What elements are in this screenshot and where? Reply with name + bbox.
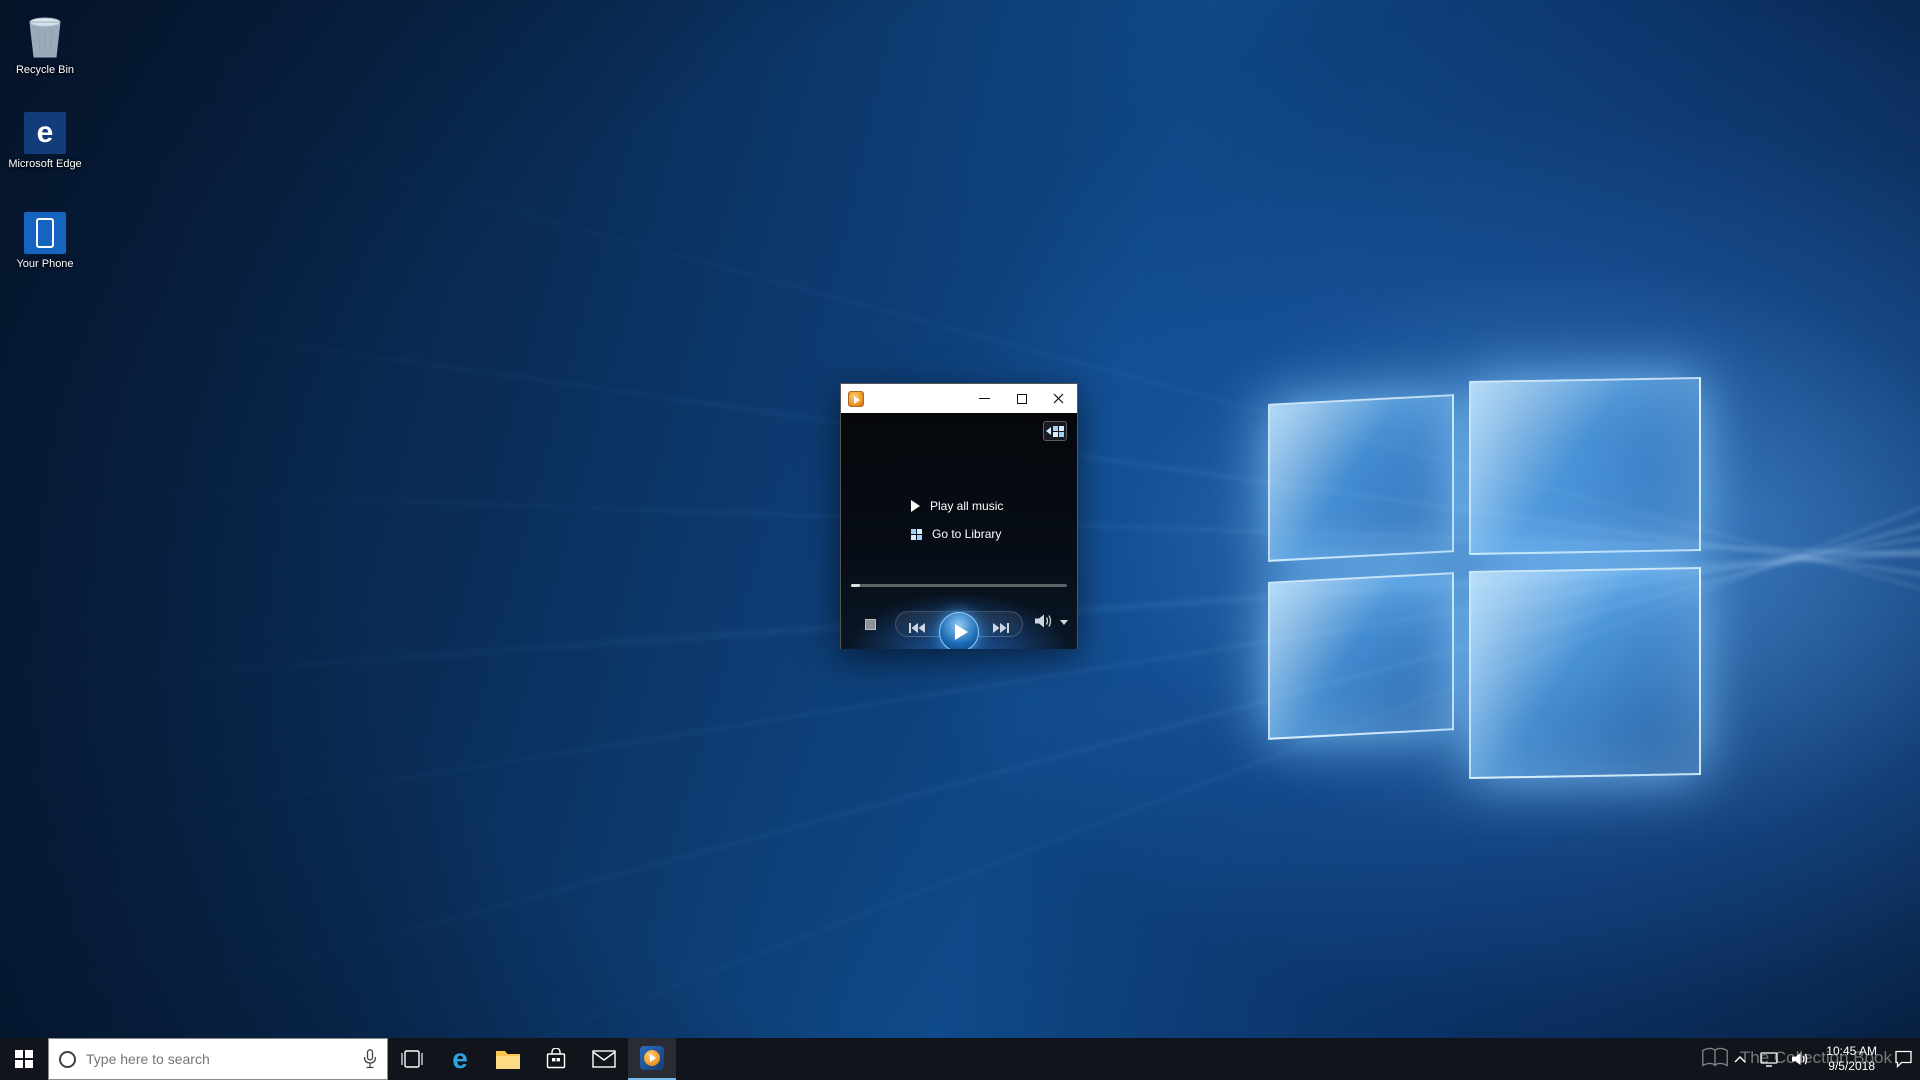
mute-button[interactable] [1035,614,1053,633]
next-icon [993,623,1009,633]
play-button[interactable] [939,612,979,649]
next-button[interactable] [993,620,1010,638]
taskbar-mail-button[interactable] [580,1038,628,1080]
seek-bar[interactable] [851,584,1067,587]
cortana-icon [59,1050,76,1068]
transport-group [895,611,1023,649]
media-player-icon [640,1046,664,1070]
library-grid-icon [1053,425,1064,437]
recycle-bin-icon [2,12,88,60]
speaker-icon [1035,614,1052,628]
playback-controls [841,603,1077,649]
action-center-icon [1895,1050,1912,1068]
play-all-music-item[interactable]: Play all music [911,499,1003,513]
close-icon [1053,393,1064,404]
window-titlebar[interactable] [841,384,1077,413]
play-icon [911,500,920,512]
clock-time: 10:45 AM [1826,1044,1877,1058]
minimize-button[interactable] [966,384,1003,413]
taskbar: e [0,1038,1920,1080]
desktop-icon-label: Your Phone [16,258,74,270]
media-player-app-icon [848,390,864,407]
show-hidden-icons-button[interactable] [1727,1038,1753,1080]
edge-glyph: e [36,116,54,149]
file-explorer-icon [496,1051,520,1069]
speaker-icon [1792,1052,1808,1066]
taskbar-edge-button[interactable]: e [436,1038,484,1080]
windows-logo-pane [1469,376,1701,556]
microsoft-store-icon [546,1048,566,1069]
library-grid-icon [911,528,922,540]
switch-to-library-button[interactable] [1043,421,1067,441]
switch-arrow-icon [1046,427,1051,435]
taskbar-search-box[interactable] [48,1038,388,1080]
maximize-button[interactable] [1003,384,1040,413]
minimize-icon [979,398,990,399]
desktop-icon-recycle-bin[interactable]: Recycle Bin [2,12,88,77]
previous-icon [909,623,925,633]
network-tray-button[interactable] [1753,1038,1785,1080]
seek-progress [851,584,860,587]
windows-logo-pane [1268,394,1454,562]
search-input[interactable] [86,1051,353,1067]
desktop-icon-your-phone[interactable]: Your Phone [2,206,88,271]
taskbar-media-player-button[interactable] [628,1038,676,1080]
task-view-icon [401,1050,423,1068]
go-to-library-item[interactable]: Go to Library [911,527,1003,541]
edge-icon: e [452,1043,468,1074]
taskbar-store-button[interactable] [532,1038,580,1080]
menu-item-label: Go to Library [932,527,1002,541]
desktop-icon-label: Recycle Bin [15,64,75,76]
your-phone-icon [24,212,66,254]
windows-logo-icon [15,1050,33,1068]
previous-button[interactable] [908,620,925,638]
task-view-button[interactable] [388,1038,436,1080]
chevron-up-icon [1734,1056,1746,1063]
volume-tray-button[interactable] [1785,1038,1816,1080]
volume-options-chevron-icon[interactable] [1060,620,1068,625]
menu-item-label: Play all music [930,499,1004,513]
maximize-icon [1016,393,1027,404]
edge-icon: e [24,112,66,154]
windows-logo-pane [1268,572,1454,740]
microphone-icon[interactable] [363,1049,377,1069]
stop-button[interactable] [865,619,876,630]
media-player-content: Play all music Go to Library [841,413,1077,649]
close-button[interactable] [1040,384,1077,413]
desktop-icon-label: Microsoft Edge [8,158,82,170]
desktop-icon-microsoft-edge[interactable]: e Microsoft Edge [2,106,88,171]
clock-date: 9/5/2018 [1828,1059,1875,1073]
mail-icon [592,1050,616,1068]
system-tray: 10:45 AM 9/5/2018 [1727,1038,1920,1080]
network-icon [1760,1051,1778,1067]
action-center-button[interactable] [1887,1038,1920,1080]
play-icon [954,624,968,640]
taskbar-clock[interactable]: 10:45 AM 9/5/2018 [1816,1044,1887,1074]
media-player-window: Play all music Go to Library [840,383,1078,649]
taskbar-file-explorer-button[interactable] [484,1038,532,1080]
start-button[interactable] [0,1038,48,1080]
windows-logo-pane [1469,566,1701,780]
